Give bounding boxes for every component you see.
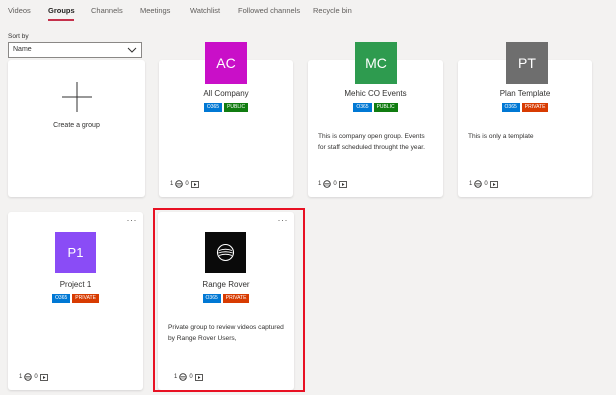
video-count: 0: [34, 374, 38, 380]
group-card-mehic-co-events[interactable]: MC Mehic CO Events O365 PUBLIC This is co…: [308, 42, 443, 197]
tab-recycle-bin[interactable]: Recycle bin: [313, 6, 352, 15]
video-count: 0: [333, 181, 337, 187]
tab-meetings[interactable]: Meetings: [140, 6, 170, 15]
group-badges: O365 PRIVATE: [458, 103, 592, 112]
o365-badge: O365: [501, 103, 520, 112]
group-badges: O365 PUBLIC: [159, 103, 293, 112]
public-badge: PUBLIC: [224, 103, 249, 112]
group-logo: MC: [355, 42, 397, 84]
group-description: This is only a template: [468, 133, 534, 140]
selection-highlight-box: [153, 208, 305, 392]
group-logo: PT: [506, 42, 548, 84]
video-icon: [39, 373, 48, 381]
sort-by-dropdown[interactable]: Name: [8, 42, 142, 58]
chevron-down-icon: [127, 47, 137, 53]
sort-by-value: Name: [13, 46, 32, 53]
member-count: 1: [170, 181, 174, 187]
public-badge: PUBLIC: [373, 103, 398, 112]
group-name: All Company: [203, 89, 249, 98]
video-icon: [489, 180, 498, 188]
group-badges: O365 PRIVATE: [8, 294, 143, 303]
member-count: 1: [19, 374, 23, 380]
group-logo: AC: [205, 42, 247, 84]
video-icon: [190, 180, 199, 188]
private-badge: PRIVATE: [72, 294, 99, 303]
group-card-all-company[interactable]: AC All Company O365 PUBLIC 1 0: [159, 42, 293, 197]
group-card-plan-template[interactable]: PT Plan Template O365 PRIVATE This is onl…: [458, 42, 592, 197]
create-group-card[interactable]: Create a group: [8, 60, 145, 197]
tab-watchlist[interactable]: Watchlist: [190, 6, 220, 15]
members-icon: [175, 180, 184, 188]
private-badge: PRIVATE: [521, 103, 549, 112]
tab-followed-channels[interactable]: Followed channels: [238, 6, 300, 15]
group-badges: O365 PUBLIC: [308, 103, 443, 112]
member-count: 1: [469, 181, 473, 187]
group-name: Plan Template: [499, 89, 551, 98]
group-stats: 1 0: [170, 180, 201, 188]
group-stats: 1 0: [318, 180, 349, 188]
tab-videos[interactable]: Videos: [8, 6, 31, 15]
group-description: This is company open group. Events for s…: [318, 133, 425, 151]
active-tab-indicator: [48, 19, 74, 21]
members-icon: [323, 180, 332, 188]
members-icon: [474, 180, 483, 188]
members-icon: [24, 373, 33, 381]
member-count: 1: [318, 181, 322, 187]
group-card-project-1[interactable]: ··· P1 Project 1 O365 PRIVATE 1 0: [8, 212, 143, 390]
sort-by-label: Sort by: [8, 33, 29, 40]
group-logo: P1: [55, 232, 96, 273]
group-stats: 1 0: [469, 180, 500, 188]
o365-badge: O365: [52, 294, 71, 303]
video-count: 0: [484, 181, 488, 187]
tab-groups[interactable]: Groups: [48, 6, 75, 15]
pivot-tabs: Videos Groups Channels Meetings Watchlis…: [0, 0, 616, 24]
plus-icon: [62, 82, 92, 112]
more-options-button[interactable]: ···: [127, 215, 138, 225]
group-name: Project 1: [59, 280, 92, 289]
tab-channels[interactable]: Channels: [91, 6, 123, 15]
o365-badge: O365: [203, 103, 223, 112]
video-icon: [338, 180, 347, 188]
create-group-label: Create a group: [53, 122, 100, 129]
group-stats: 1 0: [19, 373, 50, 381]
group-name: Mehic CO Events: [344, 89, 407, 98]
o365-badge: O365: [353, 103, 372, 112]
video-count: 0: [185, 181, 189, 187]
